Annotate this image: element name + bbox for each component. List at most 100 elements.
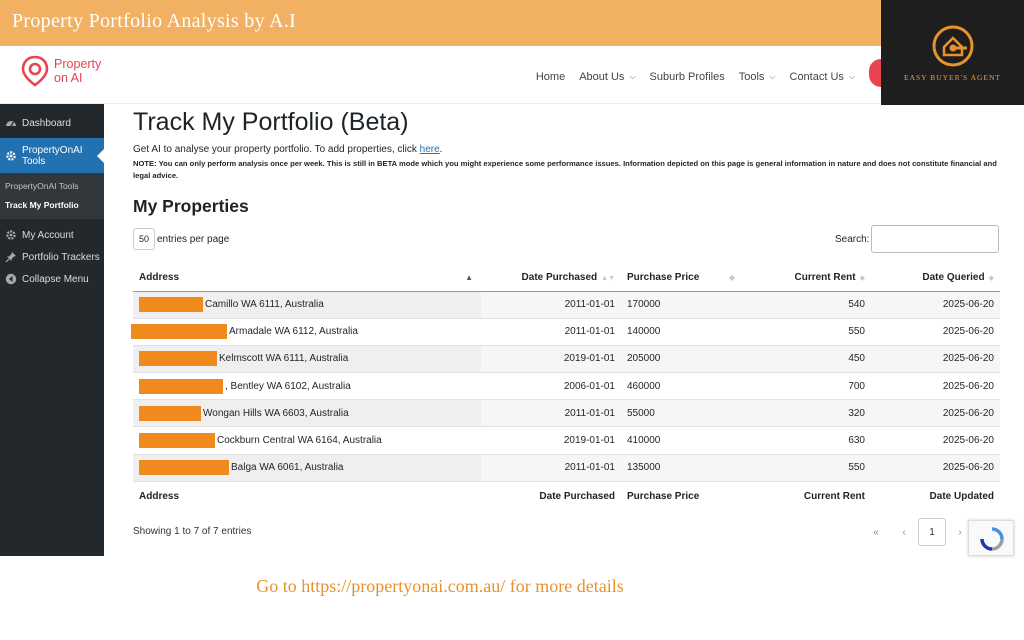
header-label: Current Rent	[794, 271, 856, 283]
cell-date-queried: 2025-06-20	[871, 318, 1000, 346]
cell-current-rent: 700	[743, 372, 871, 401]
column-header-current-rent[interactable]: Current Rent ◆	[743, 264, 871, 292]
sort-icon: ▲▼	[601, 274, 615, 282]
table-row: , Bentley WA 6102, Australia 2006-01-01 …	[133, 372, 1000, 401]
pagination: « ‹ 1 ›	[862, 518, 974, 546]
pagination-page-1[interactable]: 1	[918, 518, 946, 546]
header-label: Date Purchased	[521, 271, 598, 283]
intro-text: Get AI to analyse your property portfoli…	[133, 144, 442, 155]
table-search: Search:	[835, 225, 1000, 253]
nav-suburb-profiles[interactable]: Suburb Profiles	[650, 66, 725, 87]
cell-purchase-price: 410000	[621, 426, 743, 455]
address-text: Camillo WA 6111, Australia	[205, 299, 324, 311]
site-logo[interactable]: Property on AI	[20, 54, 114, 88]
section-title: My Properties	[133, 196, 249, 216]
cell-address: Balga WA 6061, Australia	[133, 454, 481, 482]
column-header-address[interactable]: Address ▲	[133, 264, 481, 292]
pagination-prev[interactable]: ‹	[890, 518, 918, 546]
house-pin-logo-icon	[21, 55, 49, 87]
table-row: Balga WA 6061, Australia 2011-01-01 1350…	[133, 454, 1000, 482]
sidebar-item-my-account[interactable]: My Account	[0, 224, 104, 246]
nav-cta-button[interactable]	[869, 59, 881, 87]
intro-end: .	[439, 144, 443, 155]
pagination-first[interactable]: «	[862, 518, 890, 546]
nav-contact-us[interactable]: Contact Us ⌵	[790, 66, 856, 87]
sidebar-collapse-menu[interactable]: Collapse Menu	[0, 268, 104, 290]
redacted-block	[139, 351, 217, 367]
header-label: Purchase Price	[627, 271, 700, 283]
entries-value: 50	[138, 234, 149, 244]
cell-address: , Bentley WA 6102, Australia	[133, 372, 481, 401]
chevron-down-icon: ⌵	[848, 71, 855, 81]
cell-date-purchased: 2011-01-01	[481, 399, 621, 428]
chevron-down-icon: ⌵	[769, 71, 776, 81]
sidebar-item-propertyonai-tools[interactable]: PropertyOnAI Tools	[0, 138, 104, 173]
cell-address: Wongan Hills WA 6603, Australia	[133, 399, 481, 428]
column-header-date-purchased[interactable]: Date Purchased ▲▼	[481, 264, 621, 292]
main-content: Track My Portfolio (Beta) Get AI to anal…	[104, 104, 1024, 556]
nav-home[interactable]: Home	[536, 66, 565, 87]
collapse-icon	[5, 273, 17, 285]
recaptcha-badge[interactable]	[968, 520, 1014, 556]
sort-icon: ◆	[988, 274, 994, 282]
cell-current-rent: 630	[743, 426, 871, 455]
footer-link-text[interactable]: Go to https://propertyonai.com.au/ for m…	[0, 576, 880, 597]
nav-label: Suburb Profiles	[649, 70, 725, 83]
entries-length-control: 50 entries per page	[133, 228, 229, 250]
sidebar-item-label: Dashboard	[22, 117, 71, 129]
house-key-logo-icon	[932, 25, 974, 67]
cell-purchase-price: 460000	[621, 372, 743, 401]
nav-about-us[interactable]: About Us ⌵	[579, 66, 635, 87]
address-text: Armadale WA 6112, Australia	[229, 326, 358, 338]
banner-title: Property Portfolio Analysis by A.I	[12, 10, 297, 32]
cell-current-rent: 540	[743, 291, 871, 319]
footer-current-rent: Current Rent	[743, 480, 871, 512]
cell-address: Kelmscott WA 6111, Australia	[133, 345, 481, 374]
column-header-date-queried[interactable]: Date Queried ◆	[871, 264, 1000, 292]
footer-date-purchased: Date Purchased	[481, 480, 621, 512]
search-label: Search:	[835, 233, 870, 245]
cell-current-rent: 550	[743, 454, 871, 482]
chevron-down-icon: ⌵	[629, 71, 636, 81]
cell-current-rent: 450	[743, 345, 871, 374]
top-banner: Property Portfolio Analysis by A.I	[0, 0, 1024, 46]
header-label: Date Queried	[922, 271, 985, 283]
gear-icon	[6, 150, 16, 161]
sidebar-subitem-tools[interactable]: PropertyOnAI Tools	[0, 178, 104, 197]
sidebar-item-label: Portfolio Trackers	[22, 251, 100, 263]
search-input[interactable]	[871, 225, 1000, 253]
address-text: Balga WA 6061, Australia	[231, 462, 344, 474]
properties-table: Address ▲ Date Purchased ▲▼ Purchase Price…	[131, 264, 1000, 512]
cell-purchase-price: 140000	[621, 318, 743, 346]
cell-current-rent: 320	[743, 399, 871, 428]
sidebar-item-portfolio-trackers[interactable]: Portfolio Trackers	[0, 246, 104, 268]
intro-label: Get AI to analyse your property portfoli…	[133, 144, 417, 155]
main-nav: Home About Us ⌵ Suburb Profiles Tools ⌵ Co…	[536, 59, 881, 87]
entries-label: entries per page	[157, 233, 230, 245]
beta-note: NOTE: You can only perform analysis once…	[133, 159, 997, 180]
cell-date-queried: 2025-06-20	[871, 372, 1000, 401]
header-label: Address	[139, 271, 180, 283]
cell-date-purchased: 2019-01-01	[481, 345, 621, 374]
add-properties-link[interactable]: here	[420, 144, 440, 155]
cell-date-purchased: 2019-01-01	[481, 426, 621, 455]
nav-label: About Us	[579, 70, 625, 83]
table-row: Cockburn Central WA 6164, Australia 2019…	[133, 426, 1000, 455]
cell-purchase-price: 135000	[621, 454, 743, 482]
site-header: Property on AI Home About Us ⌵ Suburb Pro…	[0, 46, 881, 104]
page-title: Track My Portfolio (Beta)	[133, 108, 409, 136]
sidebar-item-dashboard[interactable]: Dashboard	[0, 112, 104, 134]
entries-per-page-select[interactable]: 50	[133, 228, 155, 250]
admin-sidebar: Dashboard PropertyOnAI Tools PropertyOnA…	[0, 104, 104, 556]
cell-address: Armadale WA 6112, Australia	[131, 318, 481, 346]
pin-icon	[5, 252, 16, 263]
nav-tools[interactable]: Tools ⌵	[739, 66, 776, 87]
sidebar-item-label: Collapse Menu	[22, 273, 89, 285]
cell-date-queried: 2025-06-20	[871, 345, 1000, 374]
brand-text: EASY BUYER'S AGENT	[904, 73, 1001, 82]
column-header-purchase-price[interactable]: Purchase Price ◆	[621, 264, 743, 292]
redacted-block	[131, 324, 227, 340]
sidebar-subitem-track-my-portfolio[interactable]: Track My Portfolio	[0, 197, 104, 216]
cell-purchase-price: 205000	[621, 345, 743, 374]
footer-date-updated: Date Updated	[871, 480, 1000, 512]
